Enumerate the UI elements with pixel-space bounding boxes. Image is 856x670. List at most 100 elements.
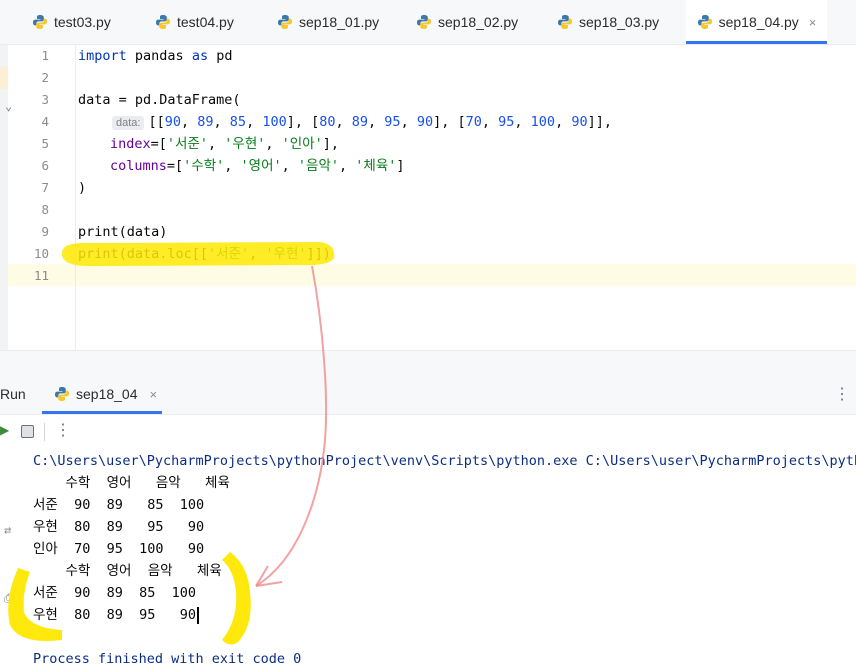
soft-wrap-icon[interactable]: ⇄ [4, 523, 11, 537]
line-number: 4 [41, 114, 49, 129]
line-number: 11 [33, 268, 49, 283]
code-param: index [110, 136, 151, 152]
line-number: 10 [33, 246, 49, 261]
code-line: print(data) [78, 221, 167, 243]
line-number: 3 [41, 92, 49, 107]
code-number: 85 [229, 114, 247, 130]
code-string: '서준' [208, 246, 250, 262]
line-number: 8 [41, 202, 49, 217]
tab-label: test03.py [54, 14, 111, 30]
close-tab-icon[interactable]: × [809, 15, 817, 30]
code-line: print(data.loc[['서준', '우현']]) [78, 246, 331, 262]
console-table-row: 서준 90 89 85 100 [33, 497, 205, 513]
tab-sep18-03[interactable]: sep18_03.py [557, 0, 659, 44]
panel-splitter[interactable] [0, 350, 856, 375]
python-file-icon [278, 15, 292, 29]
python-file-icon [33, 15, 47, 29]
code-number: 89 [351, 114, 369, 130]
code-line: ) [78, 177, 86, 199]
console-table-header: 수학 영어 음악 체육 [33, 475, 230, 491]
code-string: '수학' [183, 158, 225, 174]
tab-label: test04.py [177, 14, 234, 30]
code-line: data = pd.DataFrame( [78, 89, 241, 111]
line-number: 5 [41, 136, 49, 151]
python-file-icon [558, 15, 572, 29]
toolbar-divider [44, 423, 45, 441]
python-file-icon [156, 15, 170, 29]
tab-label: sep18_03.py [579, 14, 660, 30]
code-number: 90 [416, 114, 434, 130]
code-string: '우현' [224, 136, 266, 152]
code-string: '영어' [240, 158, 282, 174]
line-number: 7 [41, 180, 49, 195]
tab-test03[interactable]: test03.py [32, 0, 111, 44]
stop-icon[interactable] [21, 425, 34, 438]
run-panel-title: Run [0, 386, 26, 402]
more-options-icon[interactable]: ⋮ [834, 384, 850, 404]
tab-test04[interactable]: test04.py [155, 0, 234, 44]
console-table-row: 서준 90 89 85 100 [33, 585, 197, 601]
code-param: columns [110, 158, 167, 174]
code-token: print(data.loc[[ [78, 246, 209, 262]
console-table-row: 인아 70 95 100 90 [33, 541, 205, 557]
editor-left-strip [0, 45, 8, 350]
code-token: ) [78, 180, 87, 196]
code-string: '체육' [355, 158, 397, 174]
code-token: data = pd.DataFrame( [78, 92, 241, 108]
code-token: pd [208, 48, 233, 64]
code-editor[interactable]: ⌄ › 1 2 3 4 5 6 7 8 9 10 11 import panda… [0, 45, 856, 377]
tab-sep18-01[interactable]: sep18_01.py [277, 0, 379, 44]
run-toolbar: ▶ ⋮ [0, 415, 856, 449]
code-string: '우현' [265, 246, 307, 262]
code-number: 90 [164, 114, 181, 130]
more-options-icon[interactable]: ⋮ [55, 420, 71, 440]
run-tab-sep18-04[interactable]: sep18_04 × [42, 374, 162, 414]
print-icon[interactable]: ⎙ [4, 591, 14, 606]
line-number: 2 [41, 70, 49, 85]
current-line-highlight [8, 264, 856, 286]
code-number: 80 [319, 114, 336, 130]
rerun-icon[interactable]: ▶ [0, 423, 9, 437]
inlay-hint: data: [112, 116, 145, 130]
console-table-header: 수학 영어 음악 체육 [33, 563, 222, 579]
code-line: index=['서준', '우현', '인아'], [110, 136, 340, 152]
code-line: import pandas as pd [78, 45, 232, 67]
tab-label: sep18_02.py [438, 14, 519, 30]
console-table-row: 우현 80 89 95 90 [33, 519, 205, 535]
console-exit-message: Process finished with exit code 0 [33, 651, 302, 667]
line-number: 6 [41, 158, 49, 173]
line-number: 1 [41, 48, 49, 63]
code-token: import [78, 48, 127, 64]
python-file-icon [55, 387, 69, 401]
code-token: ]]) [306, 246, 331, 262]
code-number: 100 [262, 114, 287, 130]
console-output[interactable]: ⇄ ⎙ C:\Users\user\PycharmProjects\python… [0, 449, 856, 670]
editor-tab-bar: test03.py test04.py sep18_01.py sep18_02… [0, 0, 856, 45]
console-table-row: 우현 80 89 95 90 [33, 604, 200, 626]
code-token: print(data) [78, 224, 168, 240]
code-number: 70 [465, 114, 482, 130]
code-string: '인아' [281, 136, 323, 152]
tab-sep18-04[interactable]: sep18_04.py × [686, 0, 827, 44]
code-number: 95 [384, 114, 401, 130]
python-file-icon [697, 15, 712, 29]
code-number: 95 [498, 114, 515, 130]
code-token: as [191, 48, 209, 64]
console-row-text: 우현 80 89 95 90 [33, 607, 197, 623]
text-cursor [197, 606, 200, 624]
code-string: '서준' [166, 136, 209, 152]
line-number-gutter: 1 2 3 4 5 6 7 8 9 10 11 [8, 45, 76, 350]
code-token: [[ [148, 114, 165, 130]
tab-label: sep18_01.py [299, 14, 380, 30]
code-string: '음악' [297, 158, 340, 174]
tab-sep18-02[interactable]: sep18_02.py [416, 0, 518, 44]
console-command-line: C:\Users\user\PycharmProjects\pythonProj… [33, 453, 856, 469]
code-number: 100 [530, 114, 556, 130]
change-marker [0, 67, 8, 89]
code-number: 89 [197, 114, 214, 130]
code-token: pandas [126, 48, 192, 64]
close-icon[interactable]: × [150, 387, 158, 402]
python-file-icon [417, 15, 431, 29]
code-number: 90 [571, 114, 588, 130]
code-line: columns=['수학', '영어', '음악', '체육'] [110, 158, 405, 174]
